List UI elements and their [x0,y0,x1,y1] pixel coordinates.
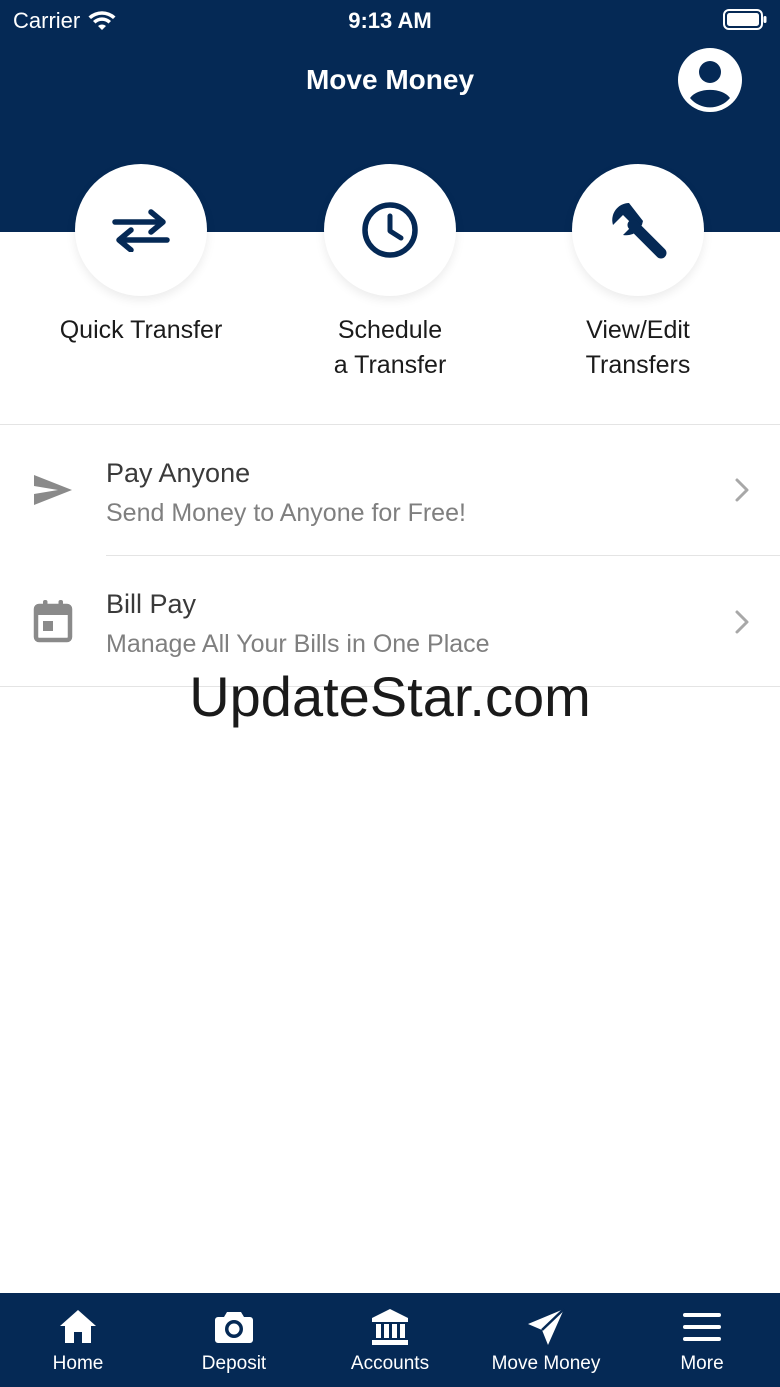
camera-icon [215,1312,253,1343]
quick-transfer-label: Quick Transfer [59,316,223,344]
profile-icon[interactable] [678,48,742,112]
home-icon [60,1310,96,1343]
view-edit-transfers-label: View/Edit Transfers [585,316,691,379]
chevron-right-icon [735,478,749,502]
tab-accounts-label: Accounts [350,1353,430,1374]
tab-home[interactable]: Home [0,1293,156,1387]
bill-pay-title: Bill Pay [106,589,197,619]
view-edit-transfers-button[interactable]: View/Edit Transfers [514,164,762,383]
hamburger-menu-icon [683,1313,721,1341]
pay-anyone-subtitle: Send Money to Anyone for Free! [106,499,466,527]
quick-transfer-button[interactable]: Quick Transfer [17,164,265,348]
schedule-transfer-button[interactable]: Schedule a Transfer [266,164,514,383]
calendar-icon [33,600,73,643]
status-time: 9:13 AM [348,8,432,33]
status-bar: Carrier 9:13 AM [0,0,780,40]
tab-home-label: Home [52,1353,104,1374]
bank-icon [372,1309,408,1345]
watermark-text: UpdateStar.com [189,665,591,728]
tab-more-label: More [680,1353,724,1374]
bill-pay-subtitle: Manage All Your Bills in One Place [106,630,490,658]
wrench-icon [612,203,667,259]
send-icon [34,475,72,505]
paper-plane-icon [528,1308,565,1345]
pay-anyone-title: Pay Anyone [106,458,251,488]
tab-deposit-label: Deposit [201,1353,267,1374]
schedule-transfer-circle [324,164,456,296]
bottom-tab-bar: Home Deposit Accounts Move Money More [0,1293,780,1387]
list-item-pay-anyone[interactable]: Pay Anyone Send Money to Anyone for Free… [0,425,780,556]
battery-icon [723,9,767,30]
chevron-right-icon [735,610,749,634]
view-edit-transfers-circle [572,164,704,296]
tab-deposit[interactable]: Deposit [156,1293,312,1387]
tab-accounts[interactable]: Accounts [312,1293,468,1387]
tab-more[interactable]: More [624,1293,780,1387]
tab-move-money-label: Move Money [491,1353,601,1374]
transfer-arrows-icon [112,209,170,252]
quick-transfer-circle [75,164,207,296]
page-title: Move Money [305,64,475,95]
schedule-transfer-label: Schedule a Transfer [333,316,447,379]
clock-icon [362,202,418,258]
tab-move-money[interactable]: Move Money [468,1293,624,1387]
